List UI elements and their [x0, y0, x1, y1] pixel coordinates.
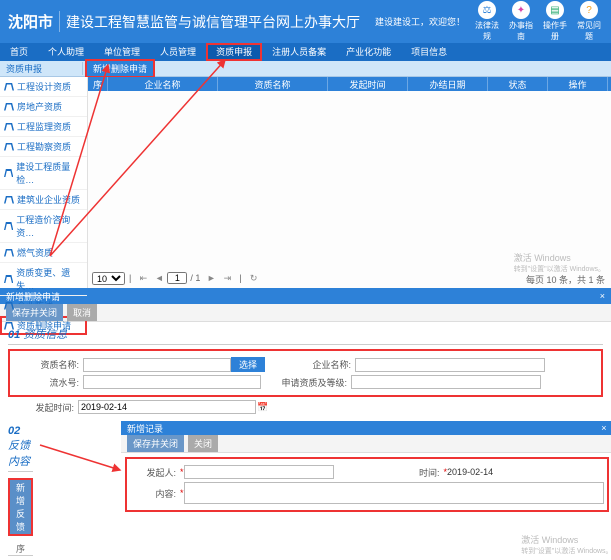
- sidebar-item-0[interactable]: 工程设计资质: [0, 77, 87, 97]
- time-label: 时间:: [334, 466, 444, 479]
- folder-icon: [4, 123, 14, 131]
- pager-first[interactable]: ⇤: [136, 271, 150, 285]
- app-title: 建设工程智慧监管与诚信管理平台网上办事大厅: [66, 12, 375, 32]
- qual-level-input[interactable]: [351, 375, 541, 389]
- inner-save-button[interactable]: 保存并关闭: [127, 435, 184, 452]
- sidebar-item-7[interactable]: 燃气资质: [0, 243, 87, 263]
- strip-label: 资质申报: [6, 62, 83, 75]
- sidebar-item-1[interactable]: 房地产资质: [0, 97, 87, 117]
- qual-level-label: 申请资质及等级:: [261, 376, 351, 389]
- page-size-select[interactable]: 10: [92, 272, 125, 285]
- menu-tab-5[interactable]: 注册人员备案: [262, 43, 336, 61]
- select-button[interactable]: 选择: [231, 357, 265, 372]
- company-name-input[interactable]: [355, 358, 545, 372]
- company-name-label: 企业名称:: [265, 358, 355, 371]
- pager-last[interactable]: ⇥: [220, 271, 234, 285]
- folder-icon: [4, 249, 14, 257]
- col-header: 发起时间: [328, 77, 408, 91]
- start-time-input[interactable]: [78, 400, 256, 414]
- sidebar-item-2[interactable]: 工程监理资质: [0, 117, 87, 137]
- menu-tab-7[interactable]: 项目信息: [401, 43, 457, 61]
- sidebar-item-5[interactable]: 建筑业企业资质: [0, 190, 87, 210]
- pager-page-input[interactable]: [167, 272, 187, 284]
- col-header: 操作: [548, 77, 608, 91]
- initiator-label: 发起人:: [130, 466, 180, 479]
- pager-prev[interactable]: ◄: [152, 271, 166, 285]
- section-1-header: 01 资质信息: [8, 326, 603, 345]
- folder-icon: [4, 143, 14, 151]
- watermark-2: 激活 Windows转到"设置"以激活 Windows。: [521, 533, 611, 556]
- inner-modal-title: 新增记录: [127, 422, 163, 435]
- col-header: 办结日期: [408, 77, 488, 91]
- calendar-icon[interactable]: 📅: [256, 402, 270, 413]
- qual-name-label: 资质名称:: [13, 358, 83, 371]
- sidebar-item-4[interactable]: 建设工程质量检…: [0, 157, 87, 190]
- cancel-button[interactable]: 取消: [67, 304, 97, 321]
- menu-tab-0[interactable]: 首页: [0, 43, 38, 61]
- sidebar: 工程设计资质房地产资质工程监理资质工程勘察资质建设工程质量检…建筑业企业资质工程…: [0, 77, 88, 288]
- pager-refresh[interactable]: ↻: [247, 271, 261, 285]
- modal-title: 新增删除申请: [6, 290, 60, 303]
- serial-input[interactable]: [83, 375, 261, 389]
- folder-icon: [4, 83, 14, 91]
- content-label: 内容:: [130, 487, 180, 500]
- serial-label: 流水号:: [13, 376, 83, 389]
- faq-icon[interactable]: ?常见问题: [575, 1, 603, 42]
- col-header: 状态: [488, 77, 548, 91]
- new-delete-request-button[interactable]: 新增删除申请: [85, 59, 155, 78]
- content-input[interactable]: [184, 482, 604, 504]
- folder-icon: [4, 103, 14, 111]
- save-close-button[interactable]: 保存并关闭: [6, 304, 63, 321]
- new-feedback-button[interactable]: 新增反馈: [8, 478, 33, 536]
- folder-icon: [4, 169, 13, 177]
- menu-tab-3[interactable]: 人员管理: [150, 43, 206, 61]
- qual-name-input[interactable]: [83, 358, 231, 372]
- pager-summary: 每页 10 条，共 1 条: [526, 273, 605, 286]
- section-2-header: 02 反馈内容: [8, 425, 33, 472]
- table-header: 序企业名称资质名称发起时间办结日期状态操作: [88, 77, 611, 91]
- folder-icon: [4, 222, 13, 230]
- col-header: 资质名称: [218, 77, 328, 91]
- pager-next[interactable]: ►: [204, 271, 218, 285]
- guide-icon[interactable]: ✦办事指南: [507, 1, 535, 42]
- city-label: 沈阳市: [8, 11, 60, 32]
- inner-close-button[interactable]: 关闭: [188, 435, 218, 452]
- inner-close-icon[interactable]: ×: [601, 423, 606, 433]
- modal-close-icon[interactable]: ×: [600, 291, 605, 301]
- menu-tab-6[interactable]: 产业化功能: [336, 43, 401, 61]
- law-icon[interactable]: ⚖法律法规: [473, 1, 501, 42]
- time-value: 2019-02-14: [447, 467, 493, 477]
- col-header: 企业名称: [108, 77, 218, 91]
- manual-icon[interactable]: ▤操作手册: [541, 1, 569, 42]
- menu-tab-4[interactable]: 资质申报: [206, 43, 262, 61]
- folder-icon: [4, 275, 13, 283]
- sidebar-item-6[interactable]: 工程造价咨询资…: [0, 210, 87, 243]
- welcome-text: 建设建设工，欢迎您！: [375, 15, 465, 28]
- initiator-input[interactable]: [184, 465, 334, 479]
- col-header: 序: [88, 77, 108, 91]
- start-time-label: 发起时间:: [8, 401, 78, 414]
- folder-icon: [4, 196, 14, 204]
- sidebar-item-3[interactable]: 工程勘察资质: [0, 137, 87, 157]
